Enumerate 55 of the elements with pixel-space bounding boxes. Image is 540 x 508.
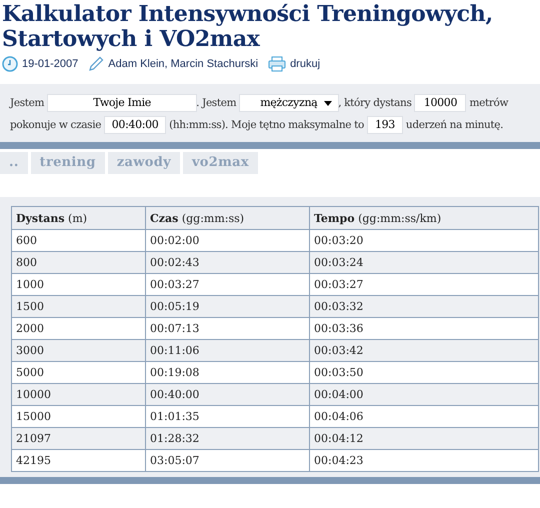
form-text: pokonuje w czasie [10, 118, 102, 133]
column-header: Dystans (m) [12, 206, 146, 230]
table-cell: 00:03:20 [310, 230, 538, 252]
table-cell: 00:03:27 [146, 274, 310, 296]
table-cell: 00:04:12 [310, 428, 538, 450]
table-cell: 5000 [12, 362, 146, 384]
table-cell: 00:03:50 [310, 362, 538, 384]
form-text: metrów [469, 96, 508, 111]
column-header: Czas (gg:mm:ss) [146, 206, 310, 230]
input-field[interactable]: 00:40:00 [104, 116, 166, 134]
table-cell: 00:03:27 [310, 274, 538, 296]
caret-icon [324, 100, 332, 106]
print-link[interactable]: drukuj [290, 58, 320, 70]
table-cell: 00:04:00 [310, 384, 538, 406]
column-header: Tempo (gg:mm:ss/km) [310, 206, 538, 230]
table-cell: 2000 [12, 318, 146, 340]
table-cell: 00:11:06 [146, 340, 310, 362]
table-cell: 00:07:13 [146, 318, 310, 340]
form-text: . Jestem [196, 96, 236, 111]
table-cell: 00:04:06 [310, 406, 538, 428]
table-cell: 03:05:07 [146, 450, 310, 472]
table-cell: 00:04:23 [310, 450, 538, 472]
input-field[interactable]: 193 [366, 116, 403, 134]
table-cell: 800 [12, 252, 146, 274]
table-cell: 00:19:08 [146, 362, 310, 384]
form-text: , który dystans [338, 96, 412, 111]
table-cell: 00:05:19 [146, 296, 310, 318]
table-cell: 600 [12, 230, 146, 252]
page-title: Kalkulator Intensywności Treningowych, Startowych i VO2max [2, 2, 494, 52]
table-cell: 00:02:00 [146, 230, 310, 252]
clock-icon [2, 56, 18, 72]
printer-icon[interactable] [268, 56, 286, 72]
table-cell: 15000 [12, 406, 146, 428]
date-text: 19-01-2007 [22, 58, 78, 70]
table-cell: 1000 [12, 274, 146, 296]
form-text: (hh:mm:ss). Moje tętno maksymalne to [169, 118, 364, 133]
input-field[interactable]: 10000 [414, 94, 466, 112]
table-cell: 1500 [12, 296, 146, 318]
table-cell: 00:03:32 [310, 296, 538, 318]
table-cell: 00:03:36 [310, 318, 538, 340]
table-cell: 42195 [12, 450, 146, 472]
input-field[interactable]: Twoje Imie [47, 94, 198, 112]
table-cell: 00:02:43 [146, 252, 310, 274]
table-cell: 01:28:32 [146, 428, 310, 450]
table-cell: 21097 [12, 428, 146, 450]
authors-text: Adam Klein, Marcin Stachurski [108, 58, 258, 70]
table-cell: 00:03:42 [310, 340, 538, 362]
table-cell: 00:40:00 [146, 384, 310, 406]
pencil-icon [88, 56, 104, 72]
form-text: Jestem [10, 96, 44, 111]
table-cell: 10000 [12, 384, 146, 406]
table-cell: 3000 [12, 340, 146, 362]
form-text: uderzeń na minutę. [406, 118, 504, 133]
table-cell: 01:01:35 [146, 406, 310, 428]
table-cell: 00:03:24 [310, 252, 538, 274]
